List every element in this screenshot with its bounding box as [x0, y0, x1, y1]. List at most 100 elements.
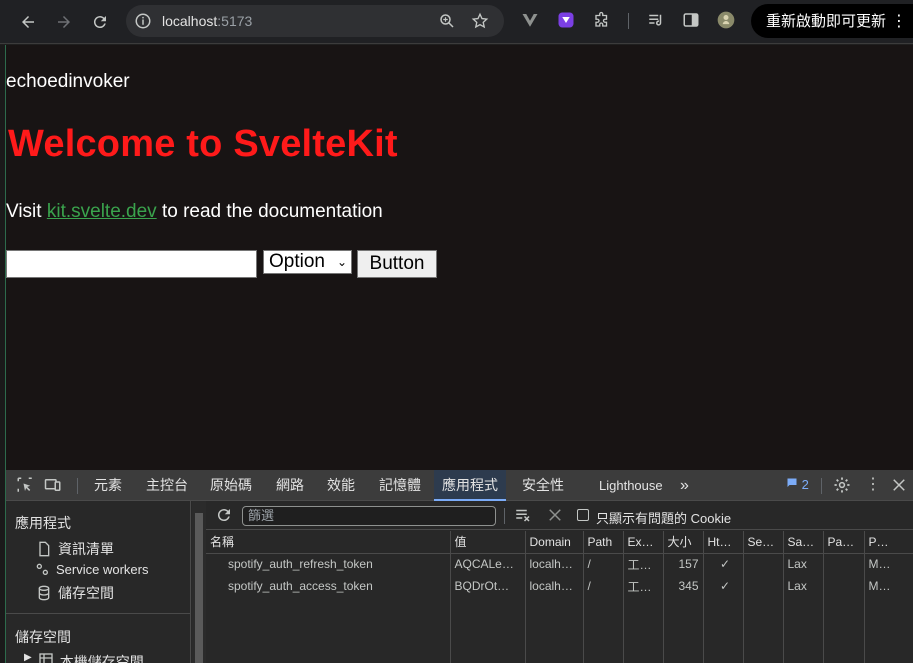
tab-memory[interactable]: 記憶體: [379, 470, 421, 501]
reload-button[interactable]: [86, 8, 114, 36]
expand-arrow-icon: ▶: [24, 652, 32, 663]
select-value: Option: [269, 251, 325, 272]
cookie-value: BQDrOt…: [450, 575, 526, 597]
cookie-name: spotify_auth_access_token: [206, 575, 451, 597]
column-header[interactable]: Ht…: [703, 531, 744, 554]
zoom-icon[interactable]: [438, 12, 456, 30]
cookie-path: /: [583, 553, 624, 575]
only-issues-label: 只顯示有問題的 Cookie: [596, 511, 732, 526]
refresh-icon[interactable]: [215, 506, 233, 524]
tab-security[interactable]: 安全性: [522, 470, 564, 501]
tab-divider-2: [821, 478, 822, 494]
cookie-httponly: ✓: [703, 553, 744, 575]
docs-link[interactable]: kit.svelte.dev: [47, 201, 157, 222]
cookie-priority: M…: [864, 553, 913, 575]
database-icon: [38, 585, 50, 601]
cookie-domain: localh…: [525, 575, 584, 597]
toolbar-separator: [628, 13, 629, 29]
table-row[interactable]: spotify_auth_refresh_token AQCALe… local…: [206, 553, 913, 575]
tab-sources[interactable]: 原始碼: [210, 470, 252, 501]
side-panel-icon[interactable]: [681, 10, 701, 30]
tab-performance[interactable]: 效能: [327, 470, 355, 501]
cookie-samesite: Lax: [783, 553, 824, 575]
sidebar-divider: [6, 613, 191, 614]
reload-icon: [93, 16, 106, 29]
cookie-path: /: [583, 575, 624, 597]
table-header-row: 名稱 值 Domain Path Ex… 大小 Ht… Se… Sa… Pa… …: [206, 531, 913, 554]
column-header[interactable]: Ex…: [623, 531, 664, 554]
visit-suffix: to read the documentation: [156, 201, 383, 222]
filter-input[interactable]: 篩選: [242, 506, 496, 526]
column-header[interactable]: Sa…: [783, 531, 824, 554]
cookie-expires: 工…: [623, 553, 664, 575]
site-info-icon[interactable]: [134, 12, 152, 30]
text-input[interactable]: [6, 250, 257, 278]
column-header[interactable]: Domain: [525, 531, 584, 554]
column-header[interactable]: Se…: [743, 531, 784, 554]
extensions-puzzle-icon[interactable]: [592, 10, 612, 30]
kebab-menu-icon[interactable]: ⋮: [891, 4, 907, 38]
vue-devtools-extension-icon[interactable]: [520, 10, 540, 30]
scrollbar-thumb[interactable]: [195, 513, 203, 663]
cookie-size: 157: [663, 553, 704, 575]
sidebar-item-manifest[interactable]: 資訊清單: [36, 539, 114, 559]
sidebar-item-label: Service workers: [56, 561, 149, 577]
browser-toolbar: localhost:5173 重新啟動即可更新 ⋮: [0, 0, 913, 44]
tab-elements[interactable]: 元素: [94, 470, 122, 501]
column-header[interactable]: 值: [450, 531, 526, 554]
forward-button[interactable]: [50, 8, 78, 36]
column-header[interactable]: Pa…: [823, 531, 865, 554]
only-issues-checkbox[interactable]: [577, 509, 589, 521]
extension-purple-icon[interactable]: [556, 10, 576, 30]
delete-icon[interactable]: [546, 506, 564, 524]
issues-count: 2: [801, 477, 809, 492]
tab-console[interactable]: 主控台: [146, 470, 188, 501]
sidebar-item-service-workers[interactable]: Service workers: [34, 561, 148, 577]
cookie-secure: [743, 553, 784, 575]
devtools-tab-bar: 元素 主控台 原始碼 網路 效能 記憶體 應用程式 安全性 Lighthouse…: [6, 470, 913, 501]
sidebar-item-label: 儲存空間: [58, 585, 114, 601]
device-toolbar-icon[interactable]: [44, 476, 62, 494]
visit-paragraph: Visit kit.svelte.dev to read the documen…: [6, 201, 383, 223]
username-text: echoedinvoker: [6, 71, 130, 92]
tab-divider: [77, 478, 78, 494]
clear-filtered-icon[interactable]: [514, 506, 532, 524]
sidebar-item-storage[interactable]: 儲存空間: [36, 583, 114, 603]
profile-avatar-icon[interactable]: [716, 10, 736, 30]
issues-badge[interactable]: 2: [786, 477, 809, 492]
cookie-size: 345: [663, 575, 704, 597]
sidebar-item-local-storage[interactable]: ▶ 本機儲存空間: [24, 652, 144, 663]
sidebar-scrollbar[interactable]: [192, 501, 206, 663]
more-options-icon[interactable]: ⋮: [864, 476, 882, 494]
close-devtools-icon[interactable]: [890, 476, 908, 494]
page-title: Welcome to SvelteKit: [8, 123, 398, 165]
tab-lighthouse[interactable]: Lighthouse: [599, 470, 663, 501]
cookie-partition: [823, 553, 865, 575]
inspect-element-icon[interactable]: [16, 476, 34, 494]
page-button[interactable]: Button: [357, 250, 437, 278]
cookies-table: 名稱 值 Domain Path Ex… 大小 Ht… Se… Sa… Pa… …: [206, 531, 913, 663]
media-control-icon[interactable]: [646, 10, 666, 30]
column-header[interactable]: Path: [583, 531, 624, 554]
bookmark-star-icon[interactable]: [471, 12, 489, 30]
tab-network[interactable]: 網路: [276, 470, 304, 501]
cookie-partition: [823, 575, 865, 597]
table-row[interactable]: spotify_auth_access_token BQDrOt… localh…: [206, 575, 913, 597]
table-empty-space: [206, 597, 913, 663]
cookie-httponly: ✓: [703, 575, 744, 597]
address-bar[interactable]: localhost:5173: [126, 5, 504, 37]
back-button[interactable]: [14, 8, 42, 36]
column-header[interactable]: P…: [864, 531, 913, 554]
more-tabs-icon[interactable]: »: [680, 470, 689, 501]
column-header[interactable]: 名稱: [206, 531, 451, 554]
column-header[interactable]: 大小: [663, 531, 704, 554]
sidebar-item-label: 資訊清單: [58, 541, 114, 557]
cookies-panel: 篩選 只顯示有問題的 Cookie 名稱 值 Domain Path Ex… 大…: [206, 501, 913, 663]
cookie-name: spotify_auth_refresh_token: [206, 553, 451, 575]
tab-application[interactable]: 應用程式: [434, 470, 506, 501]
settings-gear-icon[interactable]: [833, 476, 851, 494]
option-select[interactable]: Option ⌄: [263, 250, 352, 274]
update-label: 重新啟動即可更新: [766, 12, 887, 30]
url-port: :5173: [217, 13, 253, 29]
relaunch-to-update-button[interactable]: 重新啟動即可更新 ⋮: [751, 4, 913, 38]
